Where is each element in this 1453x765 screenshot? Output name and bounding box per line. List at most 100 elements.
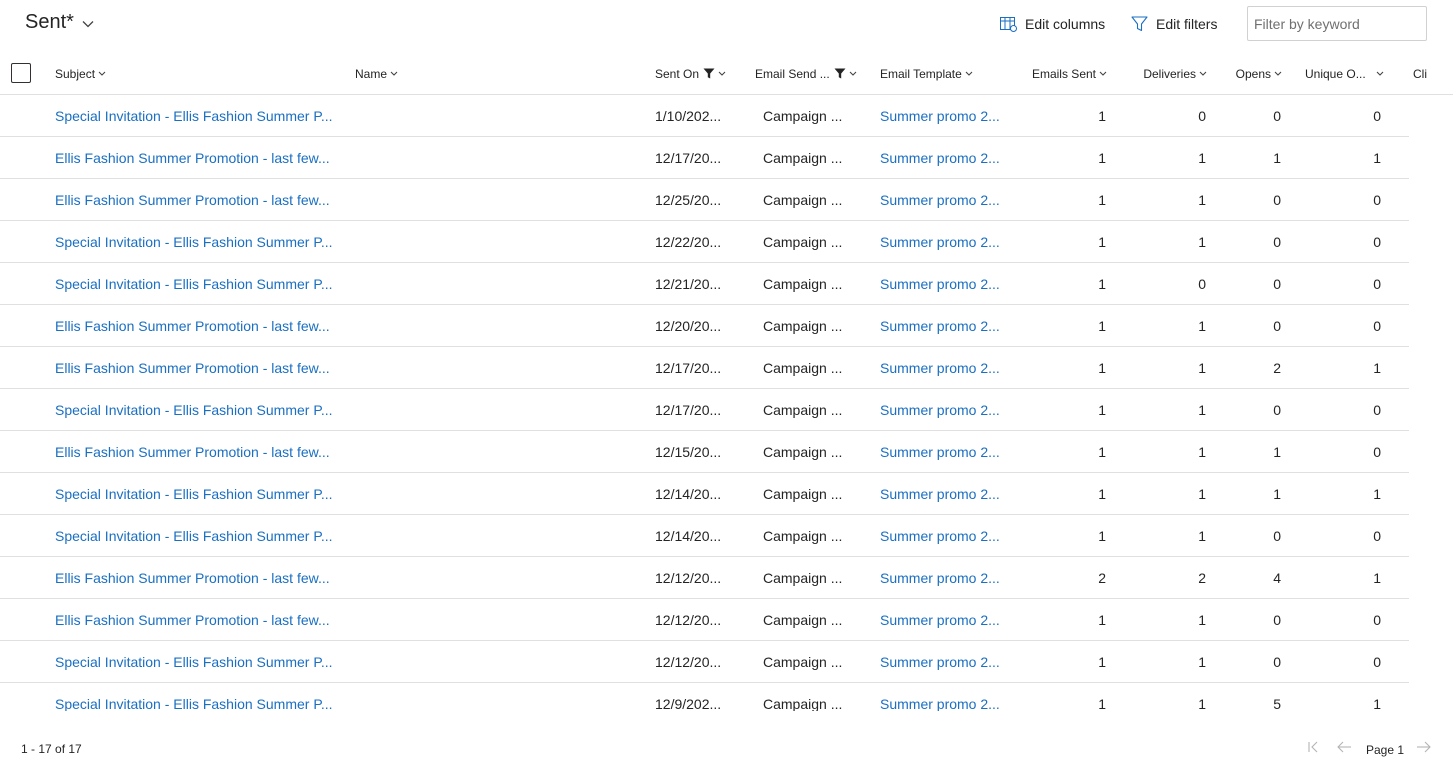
column-header-opens[interactable]: Opens <box>1210 52 1282 95</box>
subject-link[interactable]: Special Invitation - Ellis Fashion Summe… <box>55 389 340 431</box>
sent-on-cell: 12/12/20... <box>655 570 722 586</box>
sent-on-cell: 12/17/20... <box>655 360 722 376</box>
name-cell <box>355 263 635 305</box>
email-template-link[interactable]: Summer promo 2... <box>880 305 1010 347</box>
table-row[interactable]: Ellis Fashion Summer Promotion - last fe… <box>0 305 1409 347</box>
email-template-link[interactable]: Summer promo 2... <box>880 347 1010 389</box>
table-row[interactable]: Ellis Fashion Summer Promotion - last fe… <box>0 599 1409 641</box>
deliveries-cell: 1 <box>1198 696 1206 711</box>
filter-icon <box>1131 16 1148 32</box>
edit-columns-button[interactable]: Edit columns <box>1000 13 1105 35</box>
email-template-link[interactable]: Summer promo 2... <box>880 389 1010 431</box>
deliveries-cell: 2 <box>1198 570 1206 586</box>
email-template-link[interactable]: Summer promo 2... <box>880 95 1010 137</box>
subject-link[interactable]: Special Invitation - Ellis Fashion Summe… <box>55 641 340 683</box>
email-send-type-cell: Campaign ... <box>763 654 843 670</box>
email-template-link[interactable]: Summer promo 2... <box>880 683 1010 711</box>
table-row[interactable]: Ellis Fashion Summer Promotion - last fe… <box>0 431 1409 473</box>
subject-link[interactable]: Special Invitation - Ellis Fashion Summe… <box>55 515 340 557</box>
column-header-deliveries[interactable]: Deliveries <box>1110 52 1207 95</box>
name-cell <box>355 431 635 473</box>
subject-link[interactable]: Special Invitation - Ellis Fashion Summe… <box>55 263 340 305</box>
subject-link[interactable]: Special Invitation - Ellis Fashion Summe… <box>55 95 340 137</box>
email-template-link[interactable]: Summer promo 2... <box>880 515 1010 557</box>
name-cell <box>355 389 635 431</box>
table-row[interactable]: Ellis Fashion Summer Promotion - last fe… <box>0 137 1409 179</box>
chevron-down-icon <box>1376 71 1384 76</box>
column-header-name[interactable]: Name <box>355 52 398 95</box>
unique-opens-cell: 1 <box>1373 360 1381 376</box>
keyword-filter-input[interactable] <box>1247 6 1427 41</box>
edit-columns-icon <box>1000 16 1017 32</box>
first-page-button[interactable] <box>1307 740 1321 754</box>
email-template-link[interactable]: Summer promo 2... <box>880 221 1010 263</box>
subject-link[interactable]: Ellis Fashion Summer Promotion - last fe… <box>55 179 340 221</box>
table-row[interactable]: Special Invitation - Ellis Fashion Summe… <box>0 221 1409 263</box>
view-title: Sent* <box>25 11 74 33</box>
email-send-type-cell: Campaign ... <box>763 612 843 628</box>
subject-link[interactable]: Ellis Fashion Summer Promotion - last fe… <box>55 347 340 389</box>
table-row[interactable]: Special Invitation - Ellis Fashion Summe… <box>0 683 1409 711</box>
subject-link[interactable]: Special Invitation - Ellis Fashion Summe… <box>55 683 340 711</box>
emails-sent-cell: 1 <box>1098 654 1106 670</box>
column-header-sent-on[interactable]: Sent On <box>655 52 726 95</box>
emails-sent-cell: 1 <box>1098 192 1106 208</box>
table-row[interactable]: Special Invitation - Ellis Fashion Summe… <box>0 263 1409 305</box>
chevron-down-icon <box>849 71 857 76</box>
unique-opens-cell: 0 <box>1373 444 1381 460</box>
column-header-subject[interactable]: Subject <box>55 52 106 95</box>
sent-on-cell: 12/15/20... <box>655 444 722 460</box>
email-template-link[interactable]: Summer promo 2... <box>880 557 1010 599</box>
sent-on-cell: 1/10/202... <box>655 108 722 124</box>
email-template-link[interactable]: Summer promo 2... <box>880 473 1010 515</box>
subject-link[interactable]: Ellis Fashion Summer Promotion - last fe… <box>55 557 340 599</box>
table-row[interactable]: Special Invitation - Ellis Fashion Summe… <box>0 515 1409 557</box>
column-header-email-send-type[interactable]: Email Send ... <box>755 52 857 95</box>
grid-body: Special Invitation - Ellis Fashion Summe… <box>0 95 1409 711</box>
deliveries-cell: 1 <box>1198 612 1206 628</box>
table-row[interactable]: Special Invitation - Ellis Fashion Summe… <box>0 473 1409 515</box>
next-page-button[interactable] <box>1416 740 1432 754</box>
unique-opens-cell: 0 <box>1373 528 1381 544</box>
column-header-unique-opens[interactable]: Unique O... <box>1305 52 1384 95</box>
sent-on-cell: 12/9/202... <box>655 696 722 711</box>
name-cell <box>355 137 635 179</box>
column-header-emails-sent[interactable]: Emails Sent <box>1000 52 1107 95</box>
table-row[interactable]: Ellis Fashion Summer Promotion - last fe… <box>0 557 1409 599</box>
chevron-down-icon <box>98 71 106 76</box>
email-template-link[interactable]: Summer promo 2... <box>880 599 1010 641</box>
table-row[interactable]: Ellis Fashion Summer Promotion - last fe… <box>0 179 1409 221</box>
subject-link[interactable]: Ellis Fashion Summer Promotion - last fe… <box>55 137 340 179</box>
edit-filters-button[interactable]: Edit filters <box>1131 13 1217 35</box>
view-selector[interactable]: Sent* <box>25 11 94 34</box>
opens-cell: 1 <box>1273 150 1281 166</box>
column-header-clicks[interactable]: Cli <box>1413 52 1427 95</box>
email-template-link[interactable]: Summer promo 2... <box>880 137 1010 179</box>
email-template-link[interactable]: Summer promo 2... <box>880 431 1010 473</box>
opens-cell: 0 <box>1273 528 1281 544</box>
email-template-link[interactable]: Summer promo 2... <box>880 641 1010 683</box>
email-template-link[interactable]: Summer promo 2... <box>880 263 1010 305</box>
emails-sent-cell: 1 <box>1098 234 1106 250</box>
sent-on-cell: 12/12/20... <box>655 612 722 628</box>
arrow-right-icon <box>1417 741 1431 753</box>
email-send-type-cell: Campaign ... <box>763 318 843 334</box>
subject-link[interactable]: Special Invitation - Ellis Fashion Summe… <box>55 221 340 263</box>
email-template-link[interactable]: Summer promo 2... <box>880 179 1010 221</box>
table-row[interactable]: Special Invitation - Ellis Fashion Summe… <box>0 389 1409 431</box>
opens-cell: 0 <box>1273 108 1281 124</box>
subject-link[interactable]: Special Invitation - Ellis Fashion Summe… <box>55 473 340 515</box>
table-row[interactable]: Special Invitation - Ellis Fashion Summe… <box>0 95 1409 137</box>
email-send-type-cell: Campaign ... <box>763 108 843 124</box>
opens-cell: 5 <box>1273 696 1281 711</box>
previous-page-button[interactable] <box>1336 740 1352 754</box>
column-header-email-template[interactable]: Email Template <box>880 52 973 95</box>
sent-on-cell: 12/17/20... <box>655 402 722 418</box>
emails-sent-cell: 1 <box>1098 402 1106 418</box>
opens-cell: 0 <box>1273 276 1281 292</box>
subject-link[interactable]: Ellis Fashion Summer Promotion - last fe… <box>55 599 340 641</box>
table-row[interactable]: Ellis Fashion Summer Promotion - last fe… <box>0 347 1409 389</box>
table-row[interactable]: Special Invitation - Ellis Fashion Summe… <box>0 641 1409 683</box>
subject-link[interactable]: Ellis Fashion Summer Promotion - last fe… <box>55 305 340 347</box>
subject-link[interactable]: Ellis Fashion Summer Promotion - last fe… <box>55 431 340 473</box>
